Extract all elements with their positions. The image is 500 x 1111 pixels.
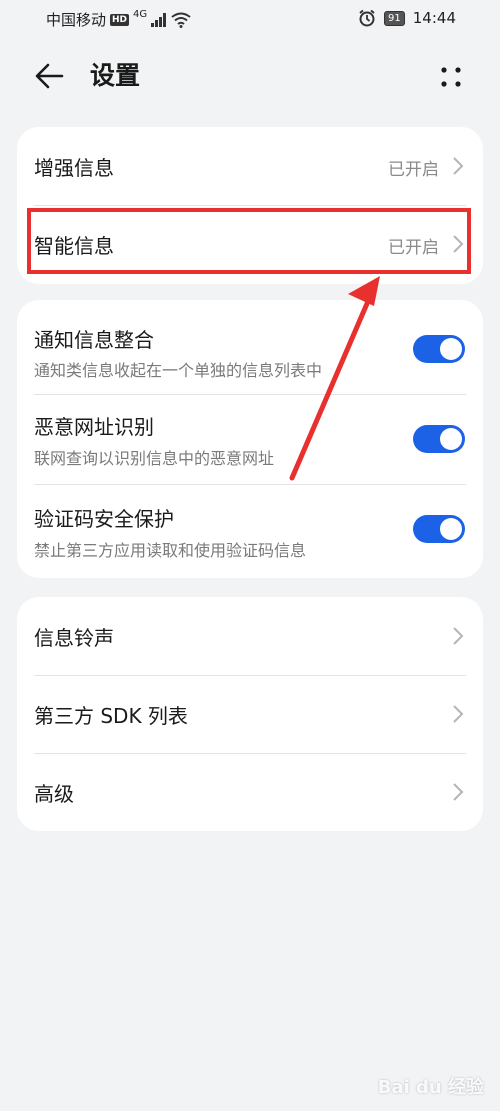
arrow-left-icon (35, 63, 64, 89)
ringtone-label: 信息铃声 (34, 626, 114, 650)
advanced-row[interactable]: 高级 (17, 753, 483, 831)
watermark-logo: Bai du 经验 (377, 1077, 484, 1098)
chevron-right-icon (453, 157, 464, 175)
status-bar: 中国移动 HD 4G 91 14:44 (0, 0, 500, 36)
enhanced-info-status: 已开启 (388, 160, 439, 180)
wifi-icon (171, 12, 191, 28)
notification-merge-row: 通知信息整合 通知类信息收起在一个单独的信息列表中 (17, 300, 483, 394)
third-party-sdk-label: 第三方 SDK 列表 (34, 704, 188, 728)
malicious-url-toggle[interactable] (413, 425, 465, 453)
page-title: 设置 (90, 61, 141, 90)
toggle-knob (440, 338, 462, 360)
third-party-sdk-row[interactable]: 第三方 SDK 列表 (17, 675, 483, 753)
more-dots-icon (441, 67, 461, 87)
notification-merge-label: 通知信息整合 (34, 328, 154, 352)
hd-badge: HD (110, 13, 130, 26)
card-other-settings: 信息铃声 第三方 SDK 列表 高级 (17, 597, 483, 831)
status-right: 91 14:44 (358, 9, 456, 27)
back-button[interactable] (32, 58, 68, 94)
verification-code-toggle[interactable] (413, 515, 465, 543)
network-label: 4G (133, 9, 148, 20)
malicious-url-row: 恶意网址识别 联网查询以识别信息中的恶意网址 (17, 394, 483, 484)
enhanced-info-label: 增强信息 (34, 156, 114, 180)
chevron-right-icon (453, 783, 464, 801)
advanced-label: 高级 (34, 782, 74, 806)
status-left: 中国移动 HD 4G (46, 9, 191, 30)
toggle-knob (440, 518, 462, 540)
malicious-url-label: 恶意网址识别 (34, 415, 154, 439)
carrier-label: 中国移动 (46, 11, 107, 29)
more-options-button[interactable] (436, 62, 466, 92)
signal-icon (151, 12, 167, 27)
clock: 14:44 (412, 9, 456, 27)
notification-merge-description: 通知类信息收起在一个单独的信息列表中 (34, 361, 323, 380)
chevron-right-icon (453, 705, 464, 723)
malicious-url-description: 联网查询以识别信息中的恶意网址 (34, 449, 275, 468)
alarm-icon (359, 9, 375, 27)
verification-code-label: 验证码安全保护 (34, 507, 174, 531)
verification-code-row: 验证码安全保护 禁止第三方应用读取和使用验证码信息 (17, 484, 483, 578)
toggle-knob (440, 428, 462, 450)
header: 设置 (0, 48, 500, 104)
enhanced-info-row[interactable]: 增强信息 已开启 (17, 127, 483, 205)
ringtone-row[interactable]: 信息铃声 (17, 597, 483, 675)
card-security-options: 通知信息整合 通知类信息收起在一个单独的信息列表中 恶意网址识别 联网查询以识别… (17, 300, 483, 578)
battery-indicator: 91 (384, 10, 405, 26)
annotation-highlight-box (27, 208, 471, 274)
verification-code-description: 禁止第三方应用读取和使用验证码信息 (34, 541, 307, 560)
notification-merge-toggle[interactable] (413, 335, 465, 363)
chevron-right-icon (453, 627, 464, 645)
